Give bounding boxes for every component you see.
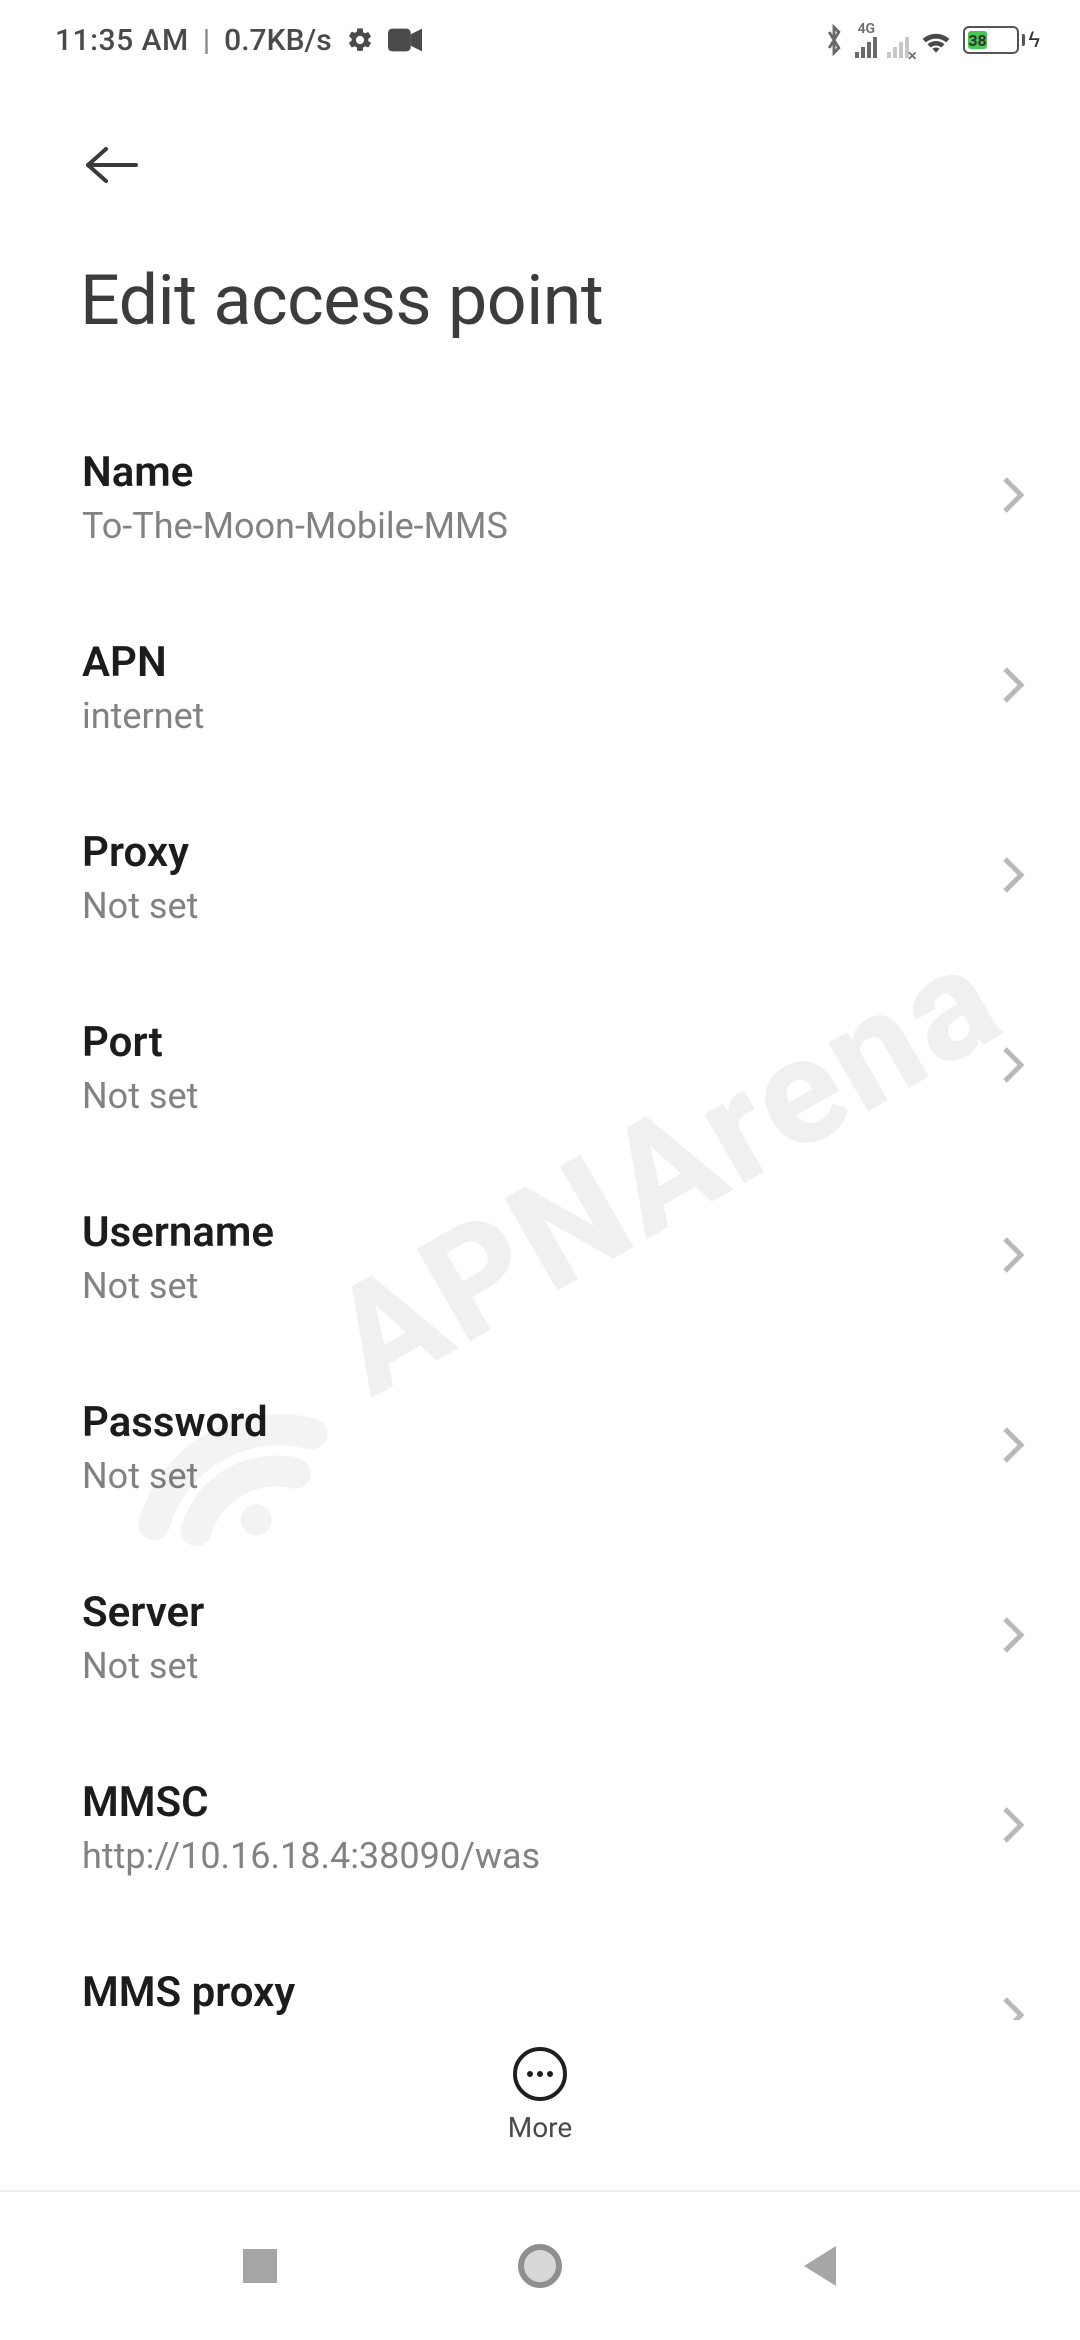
bottom-action-bar: More xyxy=(0,2020,1080,2170)
back-button[interactable] xyxy=(75,130,145,200)
setting-label: APN xyxy=(82,638,204,687)
setting-mmsc[interactable]: MMSC http://10.16.18.4:38090/was xyxy=(0,1732,1080,1922)
signal-sim1: 4G xyxy=(855,22,877,58)
status-left: 11:35 AM | 0.7KB/s xyxy=(55,23,422,58)
nav-back-button[interactable] xyxy=(790,2236,850,2296)
battery-indicator: 38 ϟ xyxy=(963,26,1040,54)
chevron-right-icon xyxy=(1001,855,1025,899)
setting-label: Password xyxy=(82,1398,268,1447)
status-bar: 11:35 AM | 0.7KB/s 4G 4G 38 ϟ xyxy=(0,0,1080,80)
chevron-right-icon xyxy=(1001,1805,1025,1849)
apn-settings-list: APNArena Name To-The-Moon-Mobile-MMS APN… xyxy=(0,362,1080,2122)
triangle-icon xyxy=(804,2246,836,2286)
status-right: 4G 4G 38 ϟ xyxy=(823,22,1040,58)
setting-port[interactable]: Port Not set xyxy=(0,972,1080,1162)
chevron-right-icon xyxy=(1001,1235,1025,1279)
setting-value: Not set xyxy=(82,1265,274,1307)
setting-value: Not set xyxy=(82,885,198,927)
nav-home-button[interactable] xyxy=(510,2236,570,2296)
setting-label: Proxy xyxy=(82,828,198,877)
setting-value: To-The-Moon-Mobile-MMS xyxy=(82,505,508,547)
setting-label: Name xyxy=(82,448,508,497)
gear-icon xyxy=(346,26,374,54)
setting-value: Not set xyxy=(82,1645,204,1687)
setting-label: MMSC xyxy=(82,1778,540,1827)
chevron-right-icon xyxy=(1001,1045,1025,1089)
charging-icon: ϟ xyxy=(1028,27,1040,53)
setting-label: Port xyxy=(82,1018,198,1067)
setting-value: Not set xyxy=(82,1075,198,1117)
setting-password[interactable]: Password Not set xyxy=(0,1352,1080,1542)
setting-apn[interactable]: APN internet xyxy=(0,592,1080,782)
chevron-right-icon xyxy=(1001,1425,1025,1469)
setting-value: Not set xyxy=(82,1455,268,1497)
network-type-label: 4G xyxy=(858,22,876,36)
app-header xyxy=(0,80,1080,210)
setting-name[interactable]: Name To-The-Moon-Mobile-MMS xyxy=(0,402,1080,592)
video-icon xyxy=(388,28,422,52)
signal-sim2: 4G xyxy=(887,22,909,58)
circle-icon xyxy=(518,2244,562,2288)
setting-username[interactable]: Username Not set xyxy=(0,1162,1080,1352)
nav-recents-button[interactable] xyxy=(230,2236,290,2296)
bluetooth-icon xyxy=(823,24,845,56)
more-label: More xyxy=(508,2111,573,2144)
chevron-right-icon xyxy=(1001,475,1025,519)
setting-proxy[interactable]: Proxy Not set xyxy=(0,782,1080,972)
wifi-icon xyxy=(919,27,953,53)
data-rate: 0.7KB/s xyxy=(224,23,331,58)
clock: 11:35 AM xyxy=(55,23,189,58)
page-title: Edit access point xyxy=(0,210,1080,362)
square-icon xyxy=(243,2249,277,2283)
setting-label: Username xyxy=(82,1208,274,1257)
chevron-right-icon xyxy=(1001,1615,1025,1659)
setting-label: MMS proxy xyxy=(82,1968,295,2017)
more-button[interactable]: More xyxy=(508,2047,573,2144)
battery-percent: 38 xyxy=(968,31,986,49)
system-nav-bar xyxy=(0,2190,1080,2340)
setting-server[interactable]: Server Not set xyxy=(0,1542,1080,1732)
setting-label: Server xyxy=(82,1588,204,1637)
separator: | xyxy=(203,23,210,58)
setting-value: internet xyxy=(82,695,204,737)
chevron-right-icon xyxy=(1001,665,1025,709)
setting-value: http://10.16.18.4:38090/was xyxy=(82,1835,540,1877)
more-icon xyxy=(513,2047,567,2101)
